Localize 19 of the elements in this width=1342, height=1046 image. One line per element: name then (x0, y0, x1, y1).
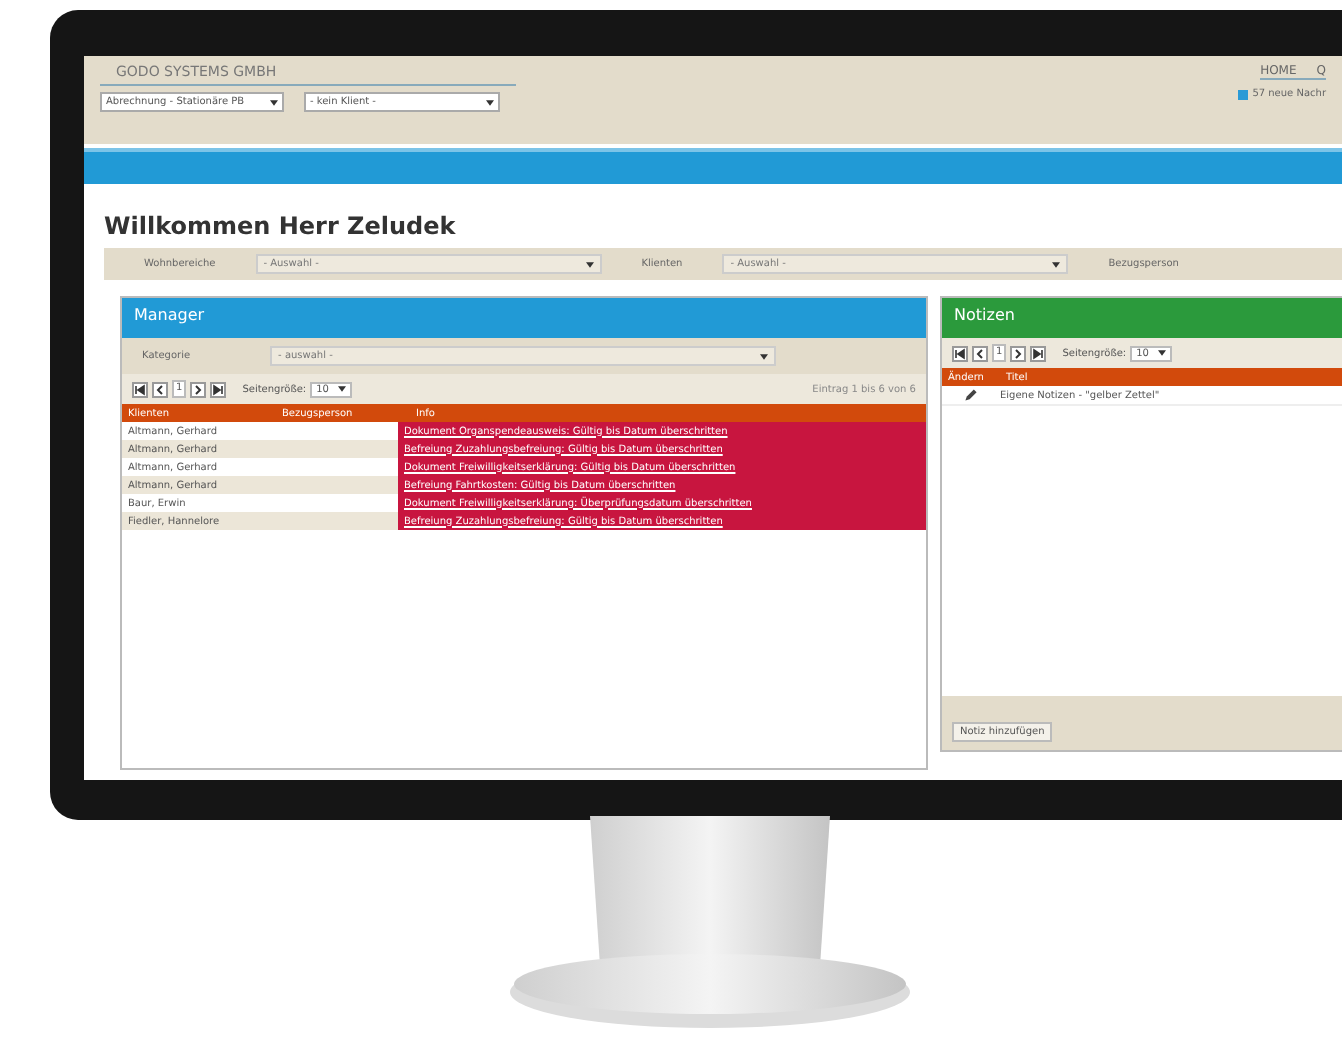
panel-title: Notizen (942, 298, 1342, 338)
panel-title: Manager (122, 298, 926, 338)
caret-icon (1052, 261, 1061, 267)
caret-icon (1157, 350, 1165, 356)
next-page-icon[interactable] (1010, 345, 1027, 361)
previous-page-icon[interactable] (152, 381, 168, 397)
first-page-icon[interactable] (132, 381, 148, 397)
next-page-icon[interactable] (190, 381, 207, 397)
last-page-icon[interactable] (1030, 345, 1047, 361)
caret-icon (337, 386, 345, 392)
message-icon (1238, 89, 1249, 99)
first-page-icon[interactable] (952, 345, 968, 361)
previous-page-icon[interactable] (972, 345, 988, 361)
last-page-icon[interactable] (210, 381, 227, 397)
page-title: Willkommen Herr Zeludek (104, 212, 458, 240)
caret-icon (270, 99, 278, 105)
caret-icon (760, 353, 769, 359)
caret-icon (585, 261, 594, 267)
caret-icon (486, 99, 494, 105)
